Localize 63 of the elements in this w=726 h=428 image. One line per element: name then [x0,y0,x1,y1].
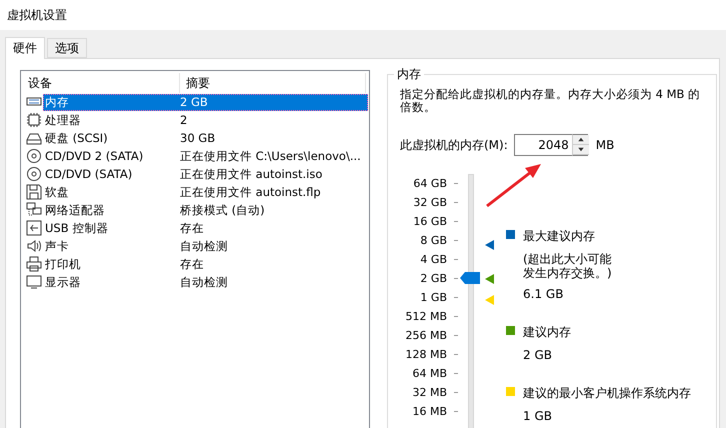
device-name: 内存 [44,94,70,110]
tick-label: 16 MB [412,405,447,418]
disc-icon [26,148,42,164]
device-summary: 2 [179,113,188,127]
annotation-arrow [485,162,543,208]
chip-icon [26,112,42,128]
tick-label: 32 MB [412,386,447,399]
device-name: 软盘 [44,184,70,200]
selected-row[interactable]: 内存 2 GB [43,94,368,110]
window-title: 虚拟机设置 [7,6,67,24]
device-name: 处理器 [44,112,82,128]
device-name: 打印机 [44,256,82,272]
column-header[interactable]: 设备 [22,73,180,93]
tick-label: 64 MB [412,367,447,380]
speaker-icon [26,238,42,254]
tick-label: 512 MB [405,310,447,323]
column-header[interactable]: 摘要 [180,73,366,93]
legend-value: 2 GB [523,348,553,362]
legend-label: 最大建议内存 [523,228,596,245]
tick-label: 1 GB [420,291,447,304]
tab[interactable]: 硬件 [5,37,45,59]
legend-label: 建议的最小客户机操作系统内存 [523,385,691,402]
device-summary: 正在使用文件 C:\Users\lenovo\... [179,148,361,164]
device-summary: 桥接模式 (自动) [179,202,265,218]
tick-label: 64 GB [413,177,447,190]
tick-label: 8 GB [420,234,447,247]
tick-label: 4 GB [420,253,447,266]
device-name: 声卡 [44,238,70,254]
tick-label: 2 GB [420,272,447,285]
field-label: 此虚拟机的内存(M): [400,136,508,154]
tick-label: 128 MB [405,348,447,361]
floppy-icon [26,184,42,200]
disc-icon [26,166,42,182]
description-text: 指定分配给此虚拟机的内存量。内存大小必须为 4 MB 的倍数。 [400,88,702,114]
device-summary: 2 GB [179,95,208,109]
legend-value: 1 GB [523,409,553,423]
slider-thumb[interactable] [460,272,480,284]
device-summary: 存在 [179,220,204,236]
tick-label: 32 GB [413,196,447,209]
device-summary: 存在 [179,256,204,272]
legend-label: 建议内存 [523,324,571,341]
device-summary: 正在使用文件 autoinst.flp [179,184,321,200]
device-name: CD/DVD 2 (SATA) [44,149,144,163]
device-name: 硬盘 (SCSI) [44,130,109,146]
device-summary: 自动检测 [179,274,228,290]
printer-icon [26,256,42,272]
legend-note: (超出此大小可能发生内存交换。) [523,252,613,280]
tab[interactable]: 选项 [47,38,87,58]
tick-label: 16 GB [413,215,447,228]
device-name: 显示器 [44,274,82,290]
monitor-icon [26,274,42,290]
memory-field[interactable]: 2048 [514,134,572,156]
legend-value: 6.1 GB [523,287,564,301]
device-summary: 30 GB [179,131,216,145]
device-name: CD/DVD (SATA) [44,167,134,181]
device-name: 网络适配器 [44,202,106,218]
tick-label: 256 MB [405,329,447,342]
device-name: USB 控制器 [44,220,110,236]
device-summary: 正在使用文件 autoinst.iso [179,166,322,182]
device-summary: 自动检测 [179,238,228,254]
network-icon [26,202,42,218]
usb-icon [26,220,42,236]
unit-label: MB [596,138,614,152]
